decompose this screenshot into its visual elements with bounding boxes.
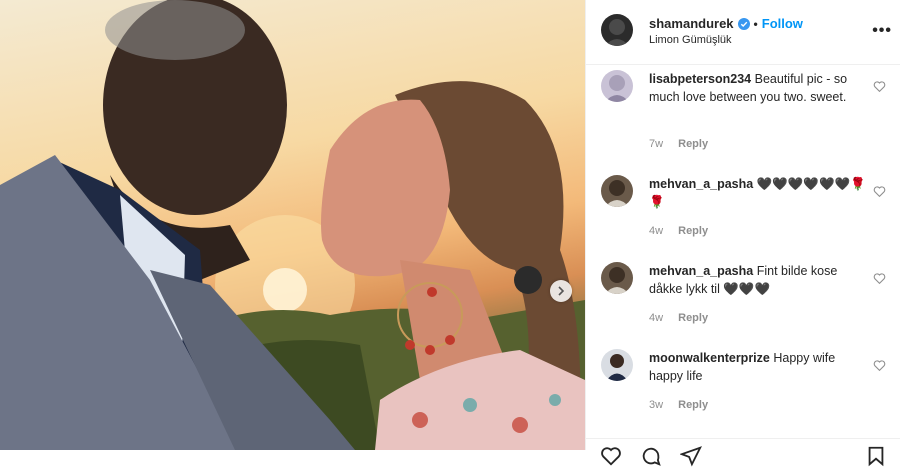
- comment-meta: 3w Reply: [649, 399, 720, 411]
- comment-username[interactable]: lisabpeterson234: [649, 72, 751, 86]
- more-options-icon[interactable]: •••: [872, 22, 892, 40]
- post-header: shamandurek • Follow Limon Gümüşlük •••: [586, 0, 900, 65]
- comment-age: 4w: [649, 312, 664, 324]
- next-arrow-icon[interactable]: [550, 280, 572, 302]
- avatar[interactable]: [601, 349, 633, 381]
- comment-username[interactable]: moonwalkenterprize: [649, 351, 770, 365]
- post-username[interactable]: shamandurek: [649, 16, 734, 31]
- reply-button[interactable]: Reply: [678, 399, 708, 411]
- comment-username[interactable]: mehvan_a_pasha: [649, 264, 753, 278]
- post-location[interactable]: Limon Gümüşlük: [649, 34, 732, 46]
- reply-button[interactable]: Reply: [678, 225, 708, 237]
- comment-meta: 4w Reply: [649, 225, 720, 237]
- share-icon[interactable]: [680, 445, 702, 467]
- heart-icon[interactable]: [873, 272, 886, 285]
- comment-age: 4w: [649, 225, 664, 237]
- avatar[interactable]: [601, 14, 633, 46]
- comment-text: mehvan_a_pasha 🖤🖤🖤🖤🖤🖤🌹 🌹: [649, 175, 869, 211]
- post-side-panel: shamandurek • Follow Limon Gümüşlük ••• …: [585, 0, 900, 467]
- comment-username[interactable]: mehvan_a_pasha: [649, 177, 753, 191]
- comment-meta: 4w Reply: [649, 312, 720, 324]
- heart-icon[interactable]: [873, 185, 886, 198]
- comment-text: moonwalkenterprize Happy wife happy life: [649, 349, 869, 385]
- reply-button[interactable]: Reply: [678, 138, 708, 150]
- follow-button[interactable]: Follow: [762, 16, 803, 31]
- like-icon[interactable]: [600, 445, 622, 467]
- comment-icon[interactable]: [640, 445, 662, 467]
- verified-icon: [737, 17, 750, 30]
- comment-text: lisabpeterson234 Beautiful pic - so much…: [649, 70, 869, 106]
- post-actions-bar: [586, 438, 900, 467]
- comment-text: mehvan_a_pasha Fint bilde kose dåkke lyk…: [649, 262, 869, 298]
- photo-illustration: [0, 0, 585, 450]
- avatar[interactable]: [601, 70, 633, 102]
- avatar[interactable]: [601, 262, 633, 294]
- comment-meta: 7w Reply: [649, 138, 720, 150]
- reply-button[interactable]: Reply: [678, 312, 708, 324]
- heart-icon[interactable]: [873, 359, 886, 372]
- comment-age: 7w: [649, 138, 664, 150]
- separator-dot: •: [753, 16, 758, 31]
- heart-icon[interactable]: [873, 80, 886, 93]
- save-icon[interactable]: [865, 445, 887, 467]
- comment-age: 3w: [649, 399, 664, 411]
- avatar[interactable]: [601, 175, 633, 207]
- post-photo[interactable]: [0, 0, 585, 450]
